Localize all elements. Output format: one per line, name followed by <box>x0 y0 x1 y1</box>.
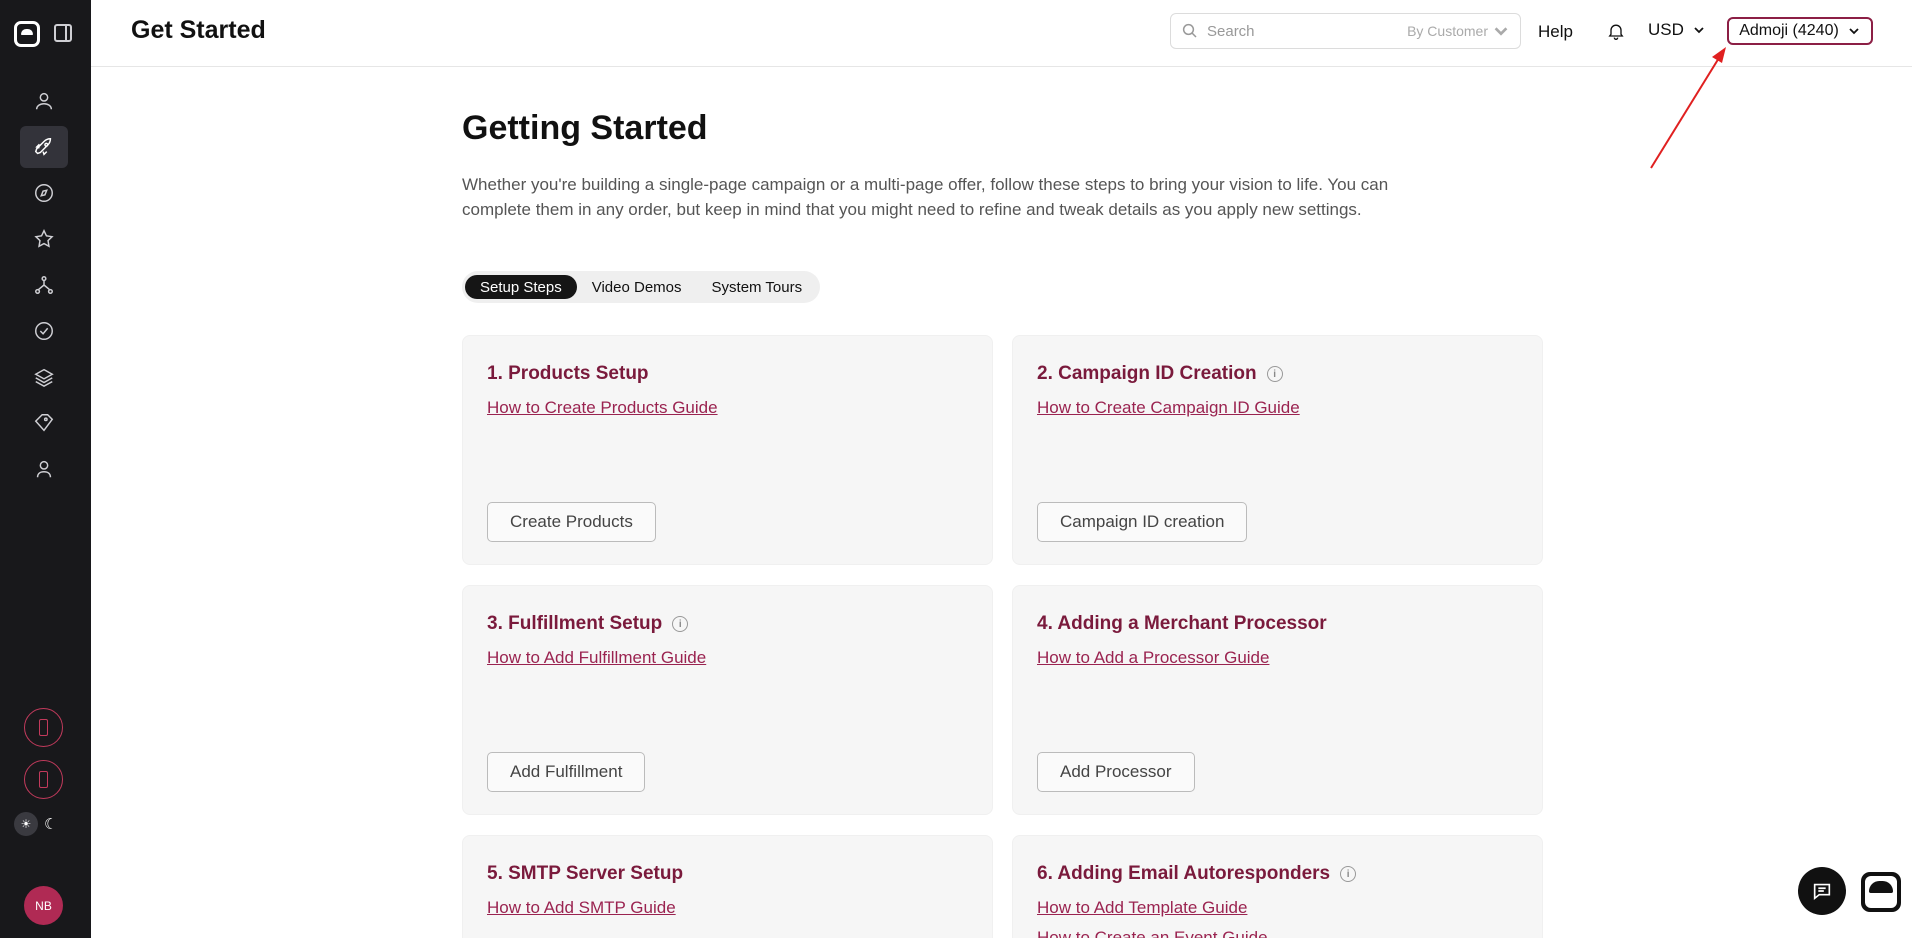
tablet-device-button[interactable] <box>24 760 63 799</box>
currency-label: USD <box>1648 20 1684 39</box>
setup-card-products: 1. Products Setup How to Create Products… <box>462 335 993 565</box>
sidebar-item-users[interactable] <box>20 80 68 122</box>
sidebar-item-tasks[interactable] <box>20 310 68 352</box>
compass-icon <box>35 184 53 202</box>
sidebar-item-get-started[interactable] <box>20 126 68 168</box>
card-guide-link[interactable]: How to Add Fulfillment Guide <box>487 648 706 668</box>
tab-system-tours[interactable]: System Tours <box>697 275 818 299</box>
card-title: 3. Fulfillment Setup i <box>487 613 689 635</box>
tab-group: Setup Steps Video Demos System Tours <box>462 271 821 303</box>
card-title-text: 3. Fulfillment Setup <box>487 613 663 634</box>
star-icon <box>34 229 54 248</box>
card-title: 2. Campaign ID Creation i <box>1037 363 1283 385</box>
sidebar-item-favorites[interactable] <box>20 218 68 260</box>
currency-selector[interactable]: USD <box>1648 20 1706 40</box>
user-icon <box>35 92 53 110</box>
mobile-device-button[interactable] <box>24 708 63 747</box>
sidebar: ☀ ☾ NB <box>0 0 91 938</box>
campaign-id-creation-button[interactable]: Campaign ID creation <box>1037 502 1248 542</box>
brand-logo-icon <box>1865 876 1897 908</box>
card-title-text: 6. Adding Email Autoresponders <box>1037 863 1331 884</box>
page-title: Get Started <box>131 16 266 44</box>
sidebar-nav <box>20 80 68 494</box>
brand-widget-button[interactable] <box>1861 872 1901 912</box>
tab-setup-steps[interactable]: Setup Steps <box>465 275 577 299</box>
moon-icon[interactable]: ☾ <box>44 815 57 833</box>
check-circle-icon <box>35 322 53 340</box>
main-heading: Getting Started <box>462 109 708 147</box>
card-title-text: 5. SMTP Server Setup <box>487 863 684 884</box>
add-fulfillment-button[interactable]: Add Fulfillment <box>487 752 646 792</box>
add-processor-button[interactable]: Add Processor <box>1037 752 1195 792</box>
phone-icon <box>39 771 48 788</box>
create-products-button[interactable]: Create Products <box>487 502 656 542</box>
setup-card-autoresponders: 6. Adding Email Autoresponders i How to … <box>1012 835 1543 938</box>
account-selector[interactable]: Admoji (4240) <box>1727 17 1873 45</box>
avatar[interactable]: NB <box>24 886 63 925</box>
tab-video-demos[interactable]: Video Demos <box>577 275 697 299</box>
card-title: 1. Products Setup <box>487 363 649 385</box>
info-icon[interactable]: i <box>1266 366 1283 382</box>
chat-button[interactable] <box>1798 867 1846 915</box>
card-guide-link[interactable]: How to Add Template Guide <box>1037 898 1247 918</box>
search-filter-label: By Customer <box>1407 23 1488 39</box>
account-label: Admoji (4240) <box>1739 22 1839 39</box>
card-title: 5. SMTP Server Setup <box>487 863 683 885</box>
help-link[interactable]: Help <box>1538 22 1573 42</box>
card-guide-link[interactable]: How to Create Products Guide <box>487 398 718 418</box>
sidebar-collapse-icon[interactable] <box>54 24 72 42</box>
top-header: Get Started Search By Customer Help USD … <box>91 0 1912 67</box>
info-icon[interactable]: i <box>1340 866 1357 882</box>
card-title: 4. Adding a Merchant Processor <box>1037 613 1327 635</box>
brand-logo-icon[interactable] <box>14 21 40 47</box>
card-title: 6. Adding Email Autoresponders i <box>1037 863 1357 885</box>
setup-card-fulfillment: 3. Fulfillment Setup i How to Add Fulfil… <box>462 585 993 815</box>
card-guide-link[interactable]: How to Create an Event Guide <box>1037 928 1268 938</box>
info-icon[interactable]: i <box>672 616 689 632</box>
annotation-arrow <box>1650 47 1726 169</box>
card-guide-link[interactable]: How to Create Campaign ID Guide <box>1037 398 1300 418</box>
rocket-icon <box>34 138 52 156</box>
setup-card-processor: 4. Adding a Merchant Processor How to Ad… <box>1012 585 1543 815</box>
search-icon <box>1182 23 1197 38</box>
theme-toggle[interactable]: ☀ ☾ <box>14 812 72 836</box>
sun-icon[interactable]: ☀ <box>14 812 38 836</box>
search-placeholder: Search <box>1207 22 1255 40</box>
user-alt-icon <box>36 460 52 478</box>
setup-card-campaign: 2. Campaign ID Creation i How to Create … <box>1012 335 1543 565</box>
chat-icon <box>1813 883 1831 901</box>
card-guide-link[interactable]: How to Add a Processor Guide <box>1037 648 1269 668</box>
chevron-down-icon <box>1849 28 1859 35</box>
chevron-down-icon <box>1494 27 1508 36</box>
phone-icon <box>39 719 48 736</box>
setup-card-smtp: 5. SMTP Server Setup How to Add SMTP Gui… <box>462 835 993 938</box>
card-guide-link[interactable]: How to Add SMTP Guide <box>487 898 676 918</box>
chevron-down-icon <box>1694 27 1704 34</box>
sidebar-item-layers[interactable] <box>20 356 68 398</box>
sidebar-item-offers[interactable] <box>20 402 68 444</box>
search-input[interactable]: Search By Customer <box>1170 13 1521 49</box>
sidebar-item-profile[interactable] <box>20 448 68 490</box>
intro-text: Whether you're building a single-page ca… <box>462 175 1389 219</box>
bell-icon[interactable] <box>1606 21 1626 41</box>
sidebar-item-dashboard[interactable] <box>20 172 68 214</box>
layers-icon <box>34 368 54 388</box>
network-icon <box>35 276 53 294</box>
search-filter-dropdown[interactable]: By Customer <box>1407 22 1510 40</box>
card-title-text: 1. Products Setup <box>487 363 649 384</box>
sidebar-item-network[interactable] <box>20 264 68 306</box>
tag-icon <box>34 414 54 432</box>
card-title-text: 4. Adding a Merchant Processor <box>1037 613 1327 634</box>
card-title-text: 2. Campaign ID Creation <box>1037 363 1257 384</box>
